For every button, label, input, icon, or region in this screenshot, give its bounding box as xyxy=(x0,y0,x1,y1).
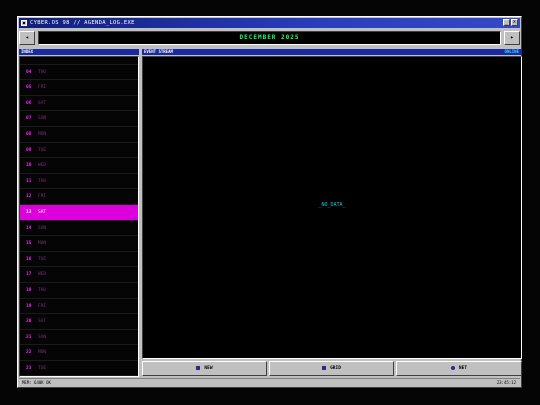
status-badge: ONLINE xyxy=(504,49,519,54)
day-weekday: SAT xyxy=(38,319,47,325)
month-bar: ◂ DECEMBER 2025 ▸ xyxy=(19,31,520,45)
day-row[interactable]: 13 SAT xyxy=(20,204,138,221)
day-number: 22 xyxy=(26,350,32,356)
day-weekday: WED xyxy=(38,272,47,278)
day-row[interactable]: 18 THU xyxy=(20,283,138,299)
grid-icon xyxy=(322,365,327,370)
day-row[interactable]: 15 MON xyxy=(20,236,138,252)
day-row[interactable]: 05 FRI xyxy=(20,80,138,96)
day-row[interactable]: 22 MON xyxy=(20,345,138,361)
month-display: DECEMBER 2025 xyxy=(38,31,501,45)
day-number: 14 xyxy=(26,225,32,231)
day-number: 11 xyxy=(26,178,32,184)
days-list[interactable]: 03 WED 04 THU 05 FRI 06 SAT 07 SUN 08 MON 09 TUE 10 WED… xyxy=(19,56,139,377)
day-weekday: WED xyxy=(38,163,47,169)
net-button-label: NET xyxy=(458,366,468,371)
globe-icon xyxy=(450,365,455,370)
day-weekday: FRI xyxy=(38,303,47,309)
net-button[interactable]: NET xyxy=(396,361,522,376)
status-bar: MEM: 640K OK 23:45:12 xyxy=(19,378,520,387)
day-number: 04 xyxy=(26,69,32,75)
day-number: 05 xyxy=(26,85,32,91)
event-stream-title: EVENT STREAM xyxy=(144,49,173,54)
day-weekday: THU xyxy=(38,69,47,75)
day-number: 13 xyxy=(26,209,32,215)
day-weekday: TUE xyxy=(38,147,47,153)
day-row[interactable]: 19 FRI xyxy=(20,299,138,315)
days-list-inner: 03 WED 04 THU 05 FRI 06 SAT 07 SUN 08 MON 09 TUE 10 WED… xyxy=(20,56,138,376)
new-button[interactable]: NEW xyxy=(142,361,267,376)
day-weekday: SAT xyxy=(38,100,47,106)
plus-icon xyxy=(196,365,201,370)
day-row[interactable]: 17 WED xyxy=(20,267,138,283)
day-number: 08 xyxy=(26,131,32,137)
day-number: 03 xyxy=(26,56,32,59)
day-weekday: THU xyxy=(38,178,47,184)
day-number: 07 xyxy=(26,116,32,122)
day-number: 06 xyxy=(26,100,32,106)
app-icon xyxy=(21,20,27,26)
day-weekday: THU xyxy=(38,287,47,293)
title-bar[interactable]: CYBER.OS 98 // AGENDA_LOG.EXE _ x xyxy=(19,18,520,28)
day-number: 16 xyxy=(26,256,32,262)
day-weekday: MON xyxy=(38,350,47,356)
grid-button[interactable]: GRID xyxy=(269,361,394,376)
close-button[interactable]: x xyxy=(511,19,518,26)
day-row[interactable]: 12 FRI xyxy=(20,189,138,205)
day-row[interactable]: 07 SUN xyxy=(20,111,138,127)
day-row[interactable]: 06 SAT xyxy=(20,96,138,112)
day-weekday: SUN xyxy=(38,225,47,231)
days-panel: INDEX 03 WED 04 THU 05 FRI 06 SAT 07 SUN 08 MON 09 TU… xyxy=(19,49,139,377)
status-clock: 23:45:12 xyxy=(496,380,516,385)
grid-button-label: GRID xyxy=(330,366,341,371)
day-number: 17 xyxy=(26,272,32,278)
day-row[interactable]: 21 SUN xyxy=(20,330,138,346)
day-row[interactable]: 09 TUE xyxy=(20,143,138,159)
next-month-button[interactable]: ▸ xyxy=(504,31,520,45)
day-row[interactable]: 03 WED xyxy=(20,56,138,65)
day-weekday: MON xyxy=(38,131,47,137)
day-number: 12 xyxy=(26,194,32,200)
day-weekday: FRI xyxy=(38,194,47,200)
prev-month-button[interactable]: ◂ xyxy=(19,31,35,45)
day-weekday: TUE xyxy=(38,365,47,371)
day-number: 23 xyxy=(26,365,32,371)
new-button-label: NEW xyxy=(204,366,213,371)
status-memory: MEM: 640K OK xyxy=(22,380,51,385)
day-number: 10 xyxy=(26,163,32,169)
day-weekday: SUN xyxy=(38,116,47,122)
day-row[interactable]: 23 TUE xyxy=(20,361,138,376)
window-title: CYBER.OS 98 // AGENDA_LOG.EXE xyxy=(30,20,135,26)
day-weekday: SUN xyxy=(38,334,47,340)
day-weekday: TUE xyxy=(38,256,47,262)
day-row[interactable]: 04 THU xyxy=(20,65,138,81)
app-window: CYBER.OS 98 // AGENDA_LOG.EXE _ x ◂ DECE… xyxy=(17,16,522,388)
day-number: 20 xyxy=(26,319,32,325)
day-row[interactable]: 11 THU xyxy=(20,174,138,190)
day-number: 19 xyxy=(26,303,32,309)
days-panel-header: INDEX xyxy=(19,49,139,55)
day-weekday: SAT xyxy=(38,209,47,215)
empty-message: _NO_DATA_ xyxy=(318,202,346,208)
day-row[interactable]: 10 WED xyxy=(20,158,138,174)
day-row[interactable]: 08 MON xyxy=(20,127,138,143)
day-number: 21 xyxy=(26,334,32,340)
event-stream-panel: EVENT STREAM ONLINE _NO_DATA_ xyxy=(142,49,522,359)
day-weekday: MON xyxy=(38,241,47,247)
day-row[interactable]: 16 TUE xyxy=(20,252,138,268)
day-row[interactable]: 14 SUN xyxy=(20,221,138,237)
minimize-button[interactable]: _ xyxy=(503,19,510,26)
day-weekday: FRI xyxy=(38,85,47,91)
day-number: 15 xyxy=(26,241,32,247)
day-number: 18 xyxy=(26,287,32,293)
event-stream-header: EVENT STREAM ONLINE xyxy=(142,49,522,55)
event-stream-area[interactable]: _NO_DATA_ xyxy=(142,56,522,359)
day-number: 09 xyxy=(26,147,32,153)
day-weekday: WED xyxy=(38,56,47,59)
day-row[interactable]: 20 SAT xyxy=(20,314,138,330)
